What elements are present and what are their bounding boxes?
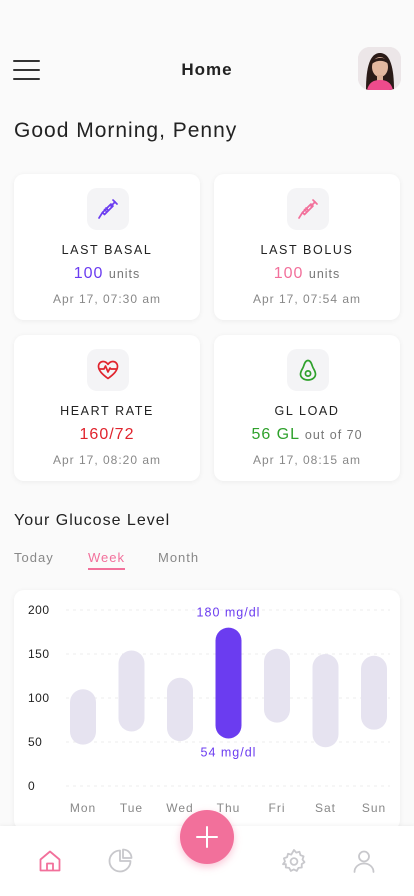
- x-tick-label: Mon: [70, 801, 96, 815]
- y-tick-label: 100: [28, 691, 50, 705]
- x-tick-label: Fri: [269, 801, 286, 815]
- glucose-chart-svg: 050100150200Mon Tue Wed Thu180 mg/dl54 mg/d…: [28, 603, 390, 815]
- high-value-label: 180 mg/dl: [197, 606, 261, 620]
- heart-rate-card[interactable]: HEART RATE 160/72 Apr 17, 08:20 am: [14, 335, 200, 481]
- bar: [264, 648, 290, 723]
- card-timestamp: Apr 17, 08:15 am: [252, 453, 362, 467]
- last-basal-card[interactable]: LAST BASAL 100 units Apr 17, 07:30 am: [14, 174, 200, 320]
- card-label: GL LOAD: [274, 404, 340, 418]
- x-tick-label: Wed: [166, 801, 193, 815]
- x-tick-label: Sat: [315, 801, 336, 815]
- x-tick-label: Tue: [120, 801, 143, 815]
- tab-today[interactable]: Today: [14, 550, 54, 565]
- card-timestamp: Apr 17, 07:30 am: [52, 292, 162, 306]
- card-value: 56 GL out of 70: [251, 426, 363, 443]
- card-value: 100 units: [273, 265, 341, 282]
- bar: [167, 677, 193, 742]
- card-value: 100 units: [73, 265, 141, 282]
- add-button[interactable]: [180, 810, 234, 864]
- y-tick-label: 200: [28, 603, 50, 617]
- y-tick-label: 0: [28, 779, 35, 793]
- bar: [118, 650, 145, 732]
- low-value-label: 54 mg/dl: [201, 745, 257, 759]
- page-title: Home: [181, 60, 233, 79]
- home-icon[interactable]: [36, 847, 64, 875]
- card-timestamp: Apr 17, 07:54 am: [252, 292, 362, 306]
- card-timestamp: Apr 17, 08:20 am: [52, 453, 162, 467]
- card-label: LAST BOLUS: [260, 243, 354, 257]
- card-value: 160/72: [79, 426, 135, 443]
- gl-load-card[interactable]: GL LOAD 56 GL out of 70 Apr 17, 08:15 am: [214, 335, 400, 481]
- tab-month[interactable]: Month: [158, 550, 199, 565]
- syringe-icon: [87, 188, 129, 230]
- tab-week[interactable]: Week: [88, 550, 125, 570]
- avatar[interactable]: [358, 47, 401, 90]
- settings-icon[interactable]: [280, 847, 308, 875]
- pie-chart-icon[interactable]: [106, 847, 134, 875]
- glucose-section-title: Your Glucose Level: [14, 512, 171, 529]
- y-tick-label: 50: [28, 735, 42, 749]
- top-app-bar: Home: [0, 40, 414, 100]
- bar: [70, 689, 96, 745]
- card-label: LAST BASAL: [61, 243, 153, 257]
- card-label: HEART RATE: [60, 404, 154, 418]
- y-tick-label: 150: [28, 647, 50, 661]
- syringe-icon: [287, 188, 329, 230]
- profile-icon[interactable]: [350, 847, 378, 875]
- x-tick-label: Sun: [362, 801, 386, 815]
- bar-highlight: [215, 627, 242, 739]
- glucose-chart: 0 50 100 150 200 Mon Tue Wed Thu 180 mg/dl 54 mg/d…: [14, 590, 400, 830]
- greeting-text: Good Morning, Penny: [14, 119, 238, 142]
- last-bolus-card[interactable]: LAST BOLUS 100 units Apr 17, 07:54 am: [214, 174, 400, 320]
- heart-rate-icon: [87, 349, 129, 391]
- bar: [361, 655, 387, 730]
- avocado-icon: [287, 349, 329, 391]
- bar: [312, 654, 339, 748]
